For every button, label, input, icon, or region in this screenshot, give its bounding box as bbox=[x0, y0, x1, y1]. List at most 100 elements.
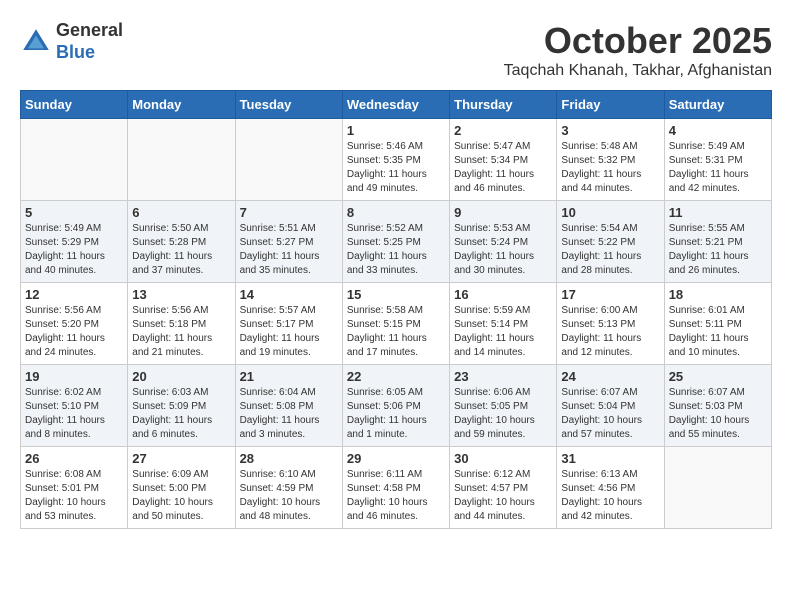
calendar-cell: 10Sunrise: 5:54 AM Sunset: 5:22 PM Dayli… bbox=[557, 201, 664, 283]
day-number: 31 bbox=[561, 451, 659, 466]
day-number: 7 bbox=[240, 205, 338, 220]
day-info: Sunrise: 6:05 AM Sunset: 5:06 PM Dayligh… bbox=[347, 386, 445, 442]
weekday-header-wednesday: Wednesday bbox=[342, 91, 449, 119]
day-number: 4 bbox=[669, 123, 767, 138]
day-number: 21 bbox=[240, 369, 338, 384]
day-number: 14 bbox=[240, 287, 338, 302]
day-info: Sunrise: 6:10 AM Sunset: 4:59 PM Dayligh… bbox=[240, 468, 338, 524]
day-number: 10 bbox=[561, 205, 659, 220]
calendar-cell bbox=[664, 447, 771, 529]
day-number: 28 bbox=[240, 451, 338, 466]
day-number: 16 bbox=[454, 287, 552, 302]
day-number: 24 bbox=[561, 369, 659, 384]
day-number: 5 bbox=[25, 205, 123, 220]
calendar-cell: 19Sunrise: 6:02 AM Sunset: 5:10 PM Dayli… bbox=[21, 365, 128, 447]
day-number: 25 bbox=[669, 369, 767, 384]
calendar-cell bbox=[235, 119, 342, 201]
calendar-cell: 11 Sunrise: 5:55 AM Sunset: 5:21 PM Dayli… bbox=[664, 201, 771, 283]
day-info: Sunrise: 5:59 AM Sunset: 5:14 PM Dayligh… bbox=[454, 304, 552, 360]
calendar-table: SundayMondayTuesdayWednesdayThursdayFrid… bbox=[20, 90, 772, 529]
calendar-cell: 31Sunrise: 6:13 AM Sunset: 4:56 PM Dayli… bbox=[557, 447, 664, 529]
calendar-cell: 8 Sunrise: 5:52 AM Sunset: 5:25 PM Daylig… bbox=[342, 201, 449, 283]
day-info: Sunrise: 6:08 AM Sunset: 5:01 PM Dayligh… bbox=[25, 468, 123, 524]
day-info: Sunrise: 5:55 AM Sunset: 5:21 PM Dayligh… bbox=[669, 222, 767, 278]
day-number: 1 bbox=[347, 123, 445, 138]
day-number: 6 bbox=[132, 205, 230, 220]
logo: General Blue bbox=[20, 20, 123, 63]
calendar-cell: 27 Sunrise: 6:09 AM Sunset: 5:00 PM Dayli… bbox=[128, 447, 235, 529]
day-info: Sunrise: 5:48 AM Sunset: 5:32 PM Dayligh… bbox=[561, 140, 659, 196]
day-info: Sunrise: 5:57 AM Sunset: 5:17 PM Dayligh… bbox=[240, 304, 338, 360]
day-number: 27 bbox=[132, 451, 230, 466]
day-number: 2 bbox=[454, 123, 552, 138]
calendar-cell: 12 Sunrise: 5:56 AM Sunset: 5:20 PM Dayli… bbox=[21, 283, 128, 365]
day-number: 3 bbox=[561, 123, 659, 138]
calendar-cell: 23Sunrise: 6:06 AM Sunset: 5:05 PM Dayli… bbox=[450, 365, 557, 447]
day-info: Sunrise: 5:50 AM Sunset: 5:28 PM Dayligh… bbox=[132, 222, 230, 278]
day-number: 8 bbox=[347, 205, 445, 220]
calendar-cell: 1 Sunrise: 5:46 AM Sunset: 5:35 PM Daylig… bbox=[342, 119, 449, 201]
day-info: Sunrise: 5:46 AM Sunset: 5:35 PM Dayligh… bbox=[347, 140, 445, 196]
day-number: 12 bbox=[25, 287, 123, 302]
day-number: 15 bbox=[347, 287, 445, 302]
day-info: Sunrise: 5:56 AM Sunset: 5:20 PM Dayligh… bbox=[25, 304, 123, 360]
calendar-cell: 18Sunrise: 6:01 AM Sunset: 5:11 PM Dayli… bbox=[664, 283, 771, 365]
day-info: Sunrise: 5:56 AM Sunset: 5:18 PM Dayligh… bbox=[132, 304, 230, 360]
weekday-header-thursday: Thursday bbox=[450, 91, 557, 119]
weekday-header-saturday: Saturday bbox=[664, 91, 771, 119]
calendar-cell: 4 Sunrise: 5:49 AM Sunset: 5:31 PM Daylig… bbox=[664, 119, 771, 201]
title-block: October 2025 Taqchah Khanah, Takhar, Afg… bbox=[504, 20, 772, 80]
logo-general-text: General bbox=[56, 20, 123, 42]
calendar-week-row: 1 Sunrise: 5:46 AM Sunset: 5:35 PM Daylig… bbox=[21, 119, 772, 201]
day-info: Sunrise: 5:52 AM Sunset: 5:25 PM Dayligh… bbox=[347, 222, 445, 278]
day-number: 30 bbox=[454, 451, 552, 466]
weekday-header-tuesday: Tuesday bbox=[235, 91, 342, 119]
calendar-cell: 3 Sunrise: 5:48 AM Sunset: 5:32 PM Daylig… bbox=[557, 119, 664, 201]
day-info: Sunrise: 6:06 AM Sunset: 5:05 PM Dayligh… bbox=[454, 386, 552, 442]
calendar-cell: 30 Sunrise: 6:12 AM Sunset: 4:57 PM Dayli… bbox=[450, 447, 557, 529]
day-info: Sunrise: 6:07 AM Sunset: 5:04 PM Dayligh… bbox=[561, 386, 659, 442]
day-info: Sunrise: 6:11 AM Sunset: 4:58 PM Dayligh… bbox=[347, 468, 445, 524]
calendar-cell: 26 Sunrise: 6:08 AM Sunset: 5:01 PM Dayli… bbox=[21, 447, 128, 529]
calendar-cell: 25 Sunrise: 6:07 AM Sunset: 5:03 PM Dayli… bbox=[664, 365, 771, 447]
logo-blue-text: Blue bbox=[56, 42, 123, 64]
calendar-cell: 22Sunrise: 6:05 AM Sunset: 5:06 PM Dayli… bbox=[342, 365, 449, 447]
location-title: Taqchah Khanah, Takhar, Afghanistan bbox=[504, 62, 772, 80]
day-number: 26 bbox=[25, 451, 123, 466]
weekday-header-row: SundayMondayTuesdayWednesdayThursdayFrid… bbox=[21, 91, 772, 119]
calendar-cell: 9Sunrise: 5:53 AM Sunset: 5:24 PM Daylig… bbox=[450, 201, 557, 283]
calendar-week-row: 5 Sunrise: 5:49 AM Sunset: 5:29 PM Daylig… bbox=[21, 201, 772, 283]
day-info: Sunrise: 5:58 AM Sunset: 5:15 PM Dayligh… bbox=[347, 304, 445, 360]
day-info: Sunrise: 5:53 AM Sunset: 5:24 PM Dayligh… bbox=[454, 222, 552, 278]
calendar-cell: 29Sunrise: 6:11 AM Sunset: 4:58 PM Dayli… bbox=[342, 447, 449, 529]
day-info: Sunrise: 6:04 AM Sunset: 5:08 PM Dayligh… bbox=[240, 386, 338, 442]
day-info: Sunrise: 5:49 AM Sunset: 5:29 PM Dayligh… bbox=[25, 222, 123, 278]
calendar-cell: 7 Sunrise: 5:51 AM Sunset: 5:27 PM Daylig… bbox=[235, 201, 342, 283]
calendar-week-row: 19Sunrise: 6:02 AM Sunset: 5:10 PM Dayli… bbox=[21, 365, 772, 447]
day-info: Sunrise: 5:51 AM Sunset: 5:27 PM Dayligh… bbox=[240, 222, 338, 278]
calendar-cell: 5 Sunrise: 5:49 AM Sunset: 5:29 PM Daylig… bbox=[21, 201, 128, 283]
weekday-header-monday: Monday bbox=[128, 91, 235, 119]
day-number: 11 bbox=[669, 205, 767, 220]
day-info: Sunrise: 6:09 AM Sunset: 5:00 PM Dayligh… bbox=[132, 468, 230, 524]
calendar-cell bbox=[128, 119, 235, 201]
day-info: Sunrise: 6:03 AM Sunset: 5:09 PM Dayligh… bbox=[132, 386, 230, 442]
weekday-header-sunday: Sunday bbox=[21, 91, 128, 119]
calendar-week-row: 12 Sunrise: 5:56 AM Sunset: 5:20 PM Dayli… bbox=[21, 283, 772, 365]
day-number: 20 bbox=[132, 369, 230, 384]
calendar-cell: 15 Sunrise: 5:58 AM Sunset: 5:15 PM Dayli… bbox=[342, 283, 449, 365]
calendar-cell: 2Sunrise: 5:47 AM Sunset: 5:34 PM Daylig… bbox=[450, 119, 557, 201]
day-number: 17 bbox=[561, 287, 659, 302]
calendar-cell: 14 Sunrise: 5:57 AM Sunset: 5:17 PM Dayli… bbox=[235, 283, 342, 365]
calendar-cell: 28 Sunrise: 6:10 AM Sunset: 4:59 PM Dayli… bbox=[235, 447, 342, 529]
day-number: 18 bbox=[669, 287, 767, 302]
day-info: Sunrise: 6:12 AM Sunset: 4:57 PM Dayligh… bbox=[454, 468, 552, 524]
day-info: Sunrise: 6:07 AM Sunset: 5:03 PM Dayligh… bbox=[669, 386, 767, 442]
day-info: Sunrise: 6:02 AM Sunset: 5:10 PM Dayligh… bbox=[25, 386, 123, 442]
calendar-week-row: 26 Sunrise: 6:08 AM Sunset: 5:01 PM Dayli… bbox=[21, 447, 772, 529]
calendar-cell: 20 Sunrise: 6:03 AM Sunset: 5:09 PM Dayli… bbox=[128, 365, 235, 447]
weekday-header-friday: Friday bbox=[557, 91, 664, 119]
day-info: Sunrise: 6:00 AM Sunset: 5:13 PM Dayligh… bbox=[561, 304, 659, 360]
day-info: Sunrise: 5:49 AM Sunset: 5:31 PM Dayligh… bbox=[669, 140, 767, 196]
calendar-cell: 17 Sunrise: 6:00 AM Sunset: 5:13 PM Dayli… bbox=[557, 283, 664, 365]
